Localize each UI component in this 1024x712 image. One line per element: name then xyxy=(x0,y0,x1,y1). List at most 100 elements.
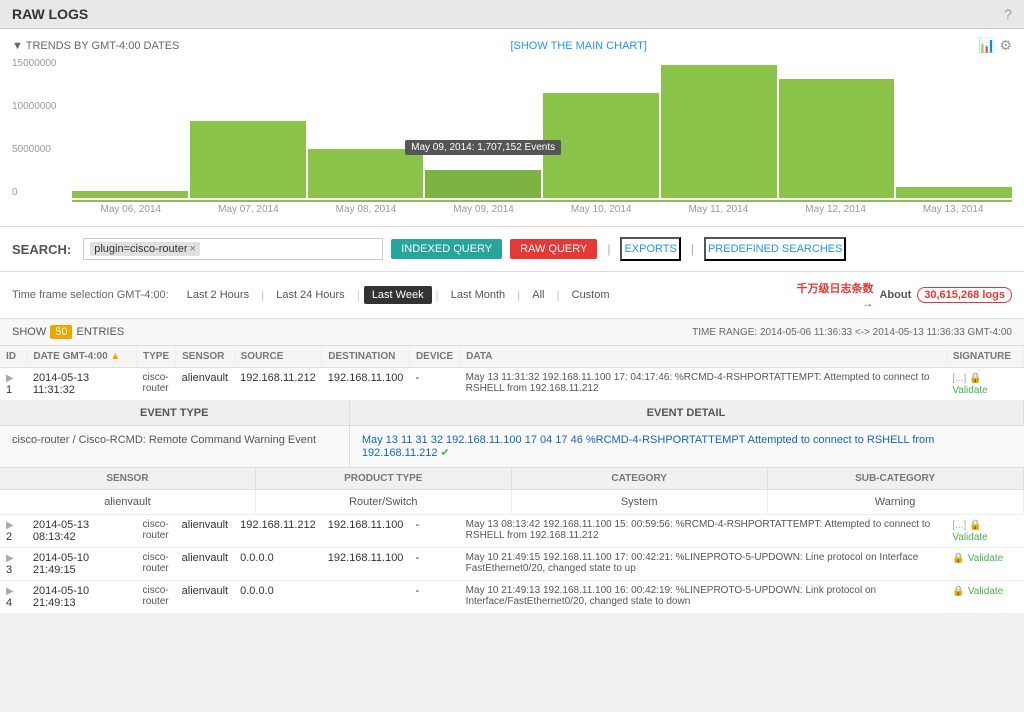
logs-about-label: About xyxy=(879,289,911,301)
col-destination: DESTINATION xyxy=(322,346,410,368)
exports-button[interactable]: EXPORTS xyxy=(620,237,680,261)
row-expand-icon[interactable]: ▶ xyxy=(6,373,14,384)
show-main-chart-link[interactable]: [SHOW THE MAIN CHART] xyxy=(510,40,647,52)
timeframe-custom[interactable]: Custom xyxy=(564,286,618,304)
help-icon[interactable]: ? xyxy=(1004,6,1012,22)
sub-table-body: alienvault Router/Switch System Warning xyxy=(0,490,1024,514)
timeframe-lastmonth[interactable]: Last Month xyxy=(443,286,513,304)
chart-bar[interactable] xyxy=(896,187,1012,198)
indexed-query-button[interactable]: INDEXED QUERY xyxy=(391,239,502,259)
chart-bar-highlighted[interactable]: May 09, 2014: 1,707,152 Events xyxy=(425,170,541,198)
lock-icon: 🔒 xyxy=(952,586,964,597)
timeframe-section: Time frame selection GMT-4:00: Last 2 Ho… xyxy=(0,272,1024,319)
validate-link[interactable]: Validate xyxy=(968,553,1003,564)
cell-destination xyxy=(322,581,410,614)
row-expand-icon[interactable]: ▶ xyxy=(6,553,14,564)
col-type: TYPE xyxy=(137,346,176,368)
sub-col-sub-category: SUB-CATEGORY xyxy=(768,468,1024,489)
col-date[interactable]: DATE GMT-4:00 ▲ xyxy=(27,346,137,368)
time-range: TIME RANGE: 2014-05-06 11:36:33 <-> 2014… xyxy=(692,327,1012,338)
timeframe-lastweek[interactable]: Last Week xyxy=(364,286,432,304)
cell-device: - xyxy=(409,548,459,581)
table-header-row: ID DATE GMT-4:00 ▲ TYPE SENSOR SOURCE DE… xyxy=(0,346,1024,368)
raw-query-button[interactable]: RAW QUERY xyxy=(510,239,597,259)
y-label-3: 5000000 xyxy=(12,144,72,155)
event-body: cisco-router / Cisco-RCMD: Remote Comman… xyxy=(0,426,1024,467)
sub-col-product-type: PRODUCT TYPE xyxy=(256,468,512,489)
chart-trends-label: ▼ TRENDS BY GMT-4:00 DATES xyxy=(12,40,179,52)
entries-section: SHOW 50 ENTRIES TIME RANGE: 2014-05-06 1… xyxy=(0,319,1024,346)
cell-id: ▶ 3 xyxy=(0,548,27,581)
chart-bars: May 09, 2014: 1,707,152 Events xyxy=(72,58,1012,198)
validate-link[interactable]: Validate xyxy=(952,385,987,396)
chart-y-labels: 15000000 10000000 5000000 0 xyxy=(12,58,72,198)
validate-link[interactable]: Validate xyxy=(968,586,1003,597)
cell-id: ▶ 1 xyxy=(0,368,27,401)
cell-device: - xyxy=(409,581,459,614)
chart-bar[interactable] xyxy=(308,149,424,198)
cell-destination: 192.168.11.100 xyxy=(322,515,410,548)
timeframe-last2hours[interactable]: Last 2 Hours xyxy=(179,286,257,304)
cell-date: 2014-05-10 21:49:15 xyxy=(27,548,137,581)
page-title: RAW LOGS xyxy=(12,6,88,22)
predefined-searches-button[interactable]: PREDEFINED SEARCHES xyxy=(704,237,846,261)
y-label-4: 0 xyxy=(12,187,72,198)
cell-sensor: alienvault xyxy=(176,581,234,614)
chart-bar[interactable] xyxy=(779,79,895,198)
chart-settings-icon[interactable]: ⚙ xyxy=(999,37,1012,54)
sub-product-type: Router/Switch xyxy=(256,490,512,514)
timeframe-all[interactable]: All xyxy=(524,286,552,304)
lock-icon: 🔒 xyxy=(969,373,981,384)
cell-signature: [...] 🔒 Validate xyxy=(946,515,1023,548)
table-section: ID DATE GMT-4:00 ▲ TYPE SENSOR SOURCE DE… xyxy=(0,346,1024,614)
ellipsis-icon: [...] xyxy=(952,373,966,384)
chart-container: 15000000 10000000 5000000 0 May 09, 2014… xyxy=(12,58,1012,218)
col-data: DATA xyxy=(460,346,947,368)
cell-destination: 192.168.11.100 xyxy=(322,368,410,401)
chart-bar[interactable] xyxy=(190,121,306,198)
cell-device: - xyxy=(409,368,459,401)
search-tag: plugin=cisco-router × xyxy=(90,242,200,256)
cell-sensor: alienvault xyxy=(176,515,234,548)
col-id: ID xyxy=(0,346,27,368)
search-tag-close[interactable]: × xyxy=(189,243,195,255)
col-device: DEVICE xyxy=(409,346,459,368)
lock-icon: 🔒 xyxy=(969,520,981,531)
timeframe-last24hours[interactable]: Last 24 Hours xyxy=(268,286,352,304)
cell-sensor: alienvault xyxy=(176,368,234,401)
logs-count-value: 30,615,268 logs xyxy=(917,287,1012,303)
chart-tooltip: May 09, 2014: 1,707,152 Events xyxy=(405,140,561,155)
table-row: ▶ 4 2014-05-10 21:49:13 cisco-router ali… xyxy=(0,581,1024,614)
cell-data: May 13 11:31:32 192.168.11.100 17: 04:17… xyxy=(460,368,947,401)
cell-destination: 192.168.11.100 xyxy=(322,548,410,581)
validate-link[interactable]: Validate xyxy=(952,532,987,543)
row-expand-icon[interactable]: ▶ xyxy=(6,520,14,531)
search-tag-text: plugin=cisco-router xyxy=(94,243,187,255)
annotation-text: 千万级日志条数 xyxy=(796,280,873,296)
event-type-cell: cisco-router / Cisco-RCMD: Remote Comman… xyxy=(0,426,350,467)
table-row: ▶ 3 2014-05-10 21:49:15 cisco-router ali… xyxy=(0,548,1024,581)
cell-date: 2014-05-10 21:49:13 xyxy=(27,581,137,614)
cell-type: cisco-router xyxy=(137,548,176,581)
chart-bar[interactable] xyxy=(661,65,777,198)
lock-icon: 🔒 xyxy=(952,553,964,564)
search-input-wrapper[interactable]: plugin=cisco-router × xyxy=(83,238,383,260)
sub-sensor: alienvault xyxy=(0,490,256,514)
cell-signature: 🔒 Validate xyxy=(946,548,1023,581)
cell-id: ▶ 2 xyxy=(0,515,27,548)
show-label: SHOW 50 ENTRIES xyxy=(12,325,124,339)
cell-sensor: alienvault xyxy=(176,548,234,581)
row-expand-icon[interactable]: ▶ xyxy=(6,586,14,597)
cell-source: 0.0.0.0 xyxy=(234,581,322,614)
table-row: ▶ 1 2014-05-13 11:31:32 cisco-router ali… xyxy=(0,368,1024,401)
cell-source: 192.168.11.212 xyxy=(234,515,322,548)
chart-section: ▼ TRENDS BY GMT-4:00 DATES [SHOW THE MAI… xyxy=(0,29,1024,227)
cell-device: - xyxy=(409,515,459,548)
cell-date: 2014-05-13 08:13:42 xyxy=(27,515,137,548)
y-label-1: 15000000 xyxy=(12,58,72,69)
page-header: RAW LOGS ? xyxy=(0,0,1024,29)
chart-bar-icon[interactable]: 📊 xyxy=(978,37,995,54)
chart-bar[interactable] xyxy=(72,191,188,198)
chart-area: May 09, 2014: 1,707,152 Events May 06, 2… xyxy=(72,58,1012,218)
event-header: EVENT TYPE EVENT DETAIL xyxy=(0,401,1024,426)
